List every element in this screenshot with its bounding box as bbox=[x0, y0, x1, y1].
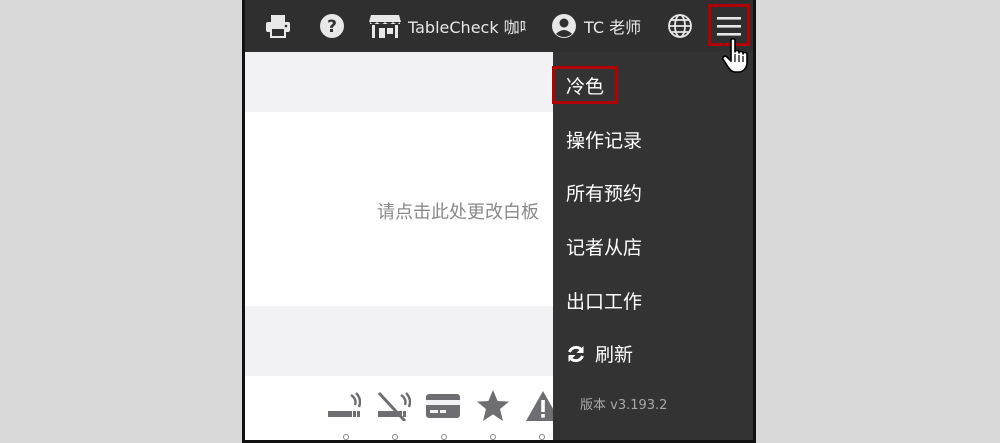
user-name: TC 老师 bbox=[584, 18, 642, 37]
restaurant-name: TableCheck 咖啡 bbox=[408, 18, 526, 37]
language-button[interactable] bbox=[667, 0, 693, 52]
no-smoking-icon[interactable] bbox=[375, 391, 411, 421]
print-button[interactable] bbox=[265, 0, 291, 52]
menu-item-label: 所有预约 bbox=[566, 183, 643, 205]
whiteboard[interactable]: 请点击此处更改白板 bbox=[245, 112, 553, 307]
credit-card-icon[interactable] bbox=[425, 391, 461, 421]
menu-item-label: 刷新 bbox=[595, 344, 634, 366]
dot bbox=[490, 434, 496, 440]
menu-item-reporter[interactable]: 记者从店 bbox=[566, 233, 642, 260]
help-button[interactable]: ? bbox=[319, 0, 345, 52]
user-circle-icon bbox=[552, 14, 576, 38]
menu-item-label: 操作记录 bbox=[566, 130, 643, 152]
smoking-icon[interactable] bbox=[325, 391, 361, 421]
menu-item-label: 出口工作 bbox=[566, 291, 643, 313]
svg-text:?: ? bbox=[327, 17, 337, 37]
filter-icon-row bbox=[325, 386, 561, 426]
content-band-bottom bbox=[245, 306, 553, 376]
store-icon bbox=[369, 15, 401, 38]
version-label: 版本 v3.193.2 bbox=[580, 398, 668, 413]
star-icon[interactable] bbox=[475, 389, 511, 423]
menu-item-refresh[interactable]: 刷新 bbox=[566, 340, 633, 367]
dot bbox=[539, 434, 545, 440]
content-band-top bbox=[245, 52, 553, 112]
menu-item-highlight bbox=[552, 66, 618, 104]
printer-icon bbox=[266, 15, 290, 38]
help-icon: ? bbox=[320, 14, 344, 38]
dot bbox=[392, 434, 398, 440]
menu-item-all-reservations[interactable]: 所有预约 bbox=[566, 179, 642, 206]
user-menu[interactable]: TC 老师 bbox=[551, 0, 641, 52]
menu-item-export[interactable]: 出口工作 bbox=[566, 287, 642, 314]
dropdown-menu: 冷色 操作记录 所有预约 记者从店 出口工作 刷新 版本 v3.193.2 bbox=[552, 52, 753, 440]
restaurant-selector[interactable]: TableCheck 咖啡 bbox=[369, 0, 526, 52]
top-bar: ? TableCheck 咖啡 TC 老师 bbox=[245, 0, 753, 52]
globe-icon bbox=[668, 14, 692, 38]
menu-item-label: 记者从店 bbox=[566, 237, 643, 259]
app-window: ? TableCheck 咖啡 TC 老师 请点击此处更改白板 冷色 操作记录 … bbox=[242, 0, 756, 443]
refresh-icon bbox=[568, 345, 584, 362]
menu-item-activity-log[interactable]: 操作记录 bbox=[566, 126, 642, 153]
dot bbox=[343, 434, 349, 440]
whiteboard-placeholder: 请点击此处更改白板 bbox=[377, 202, 539, 223]
dot bbox=[441, 434, 447, 440]
hand-cursor-icon bbox=[722, 38, 748, 73]
